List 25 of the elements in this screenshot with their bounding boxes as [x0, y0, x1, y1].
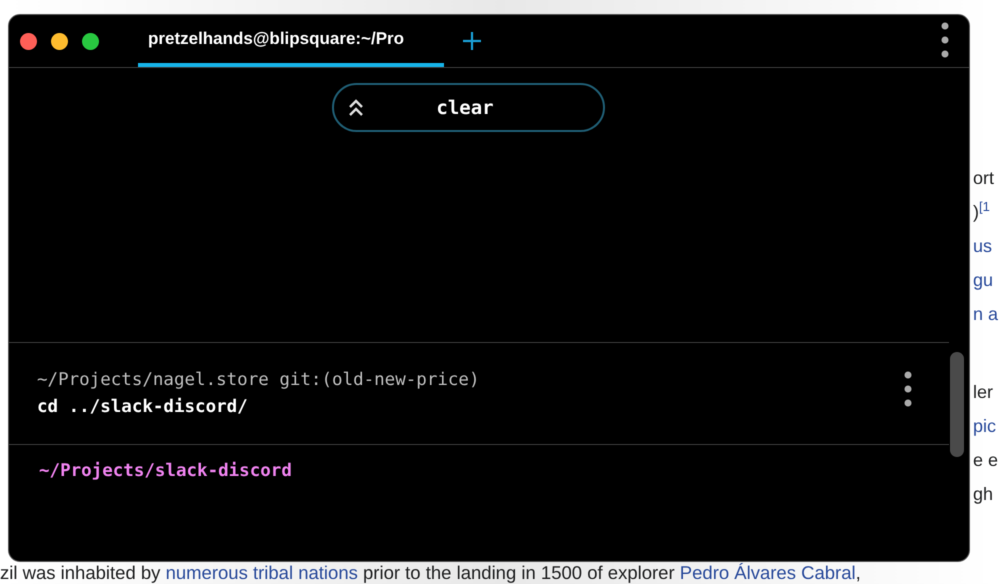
maximize-icon[interactable]	[82, 32, 99, 50]
page-text: )$^{[1}$	[973, 198, 990, 224]
close-icon[interactable]	[20, 32, 37, 50]
more-icon[interactable]	[904, 371, 912, 407]
chevrons-up-icon	[348, 98, 364, 118]
link-text[interactable]: us	[973, 229, 992, 263]
page-text: gh	[973, 483, 994, 506]
clear-button[interactable]: clear	[332, 83, 604, 132]
scrollbar[interactable]	[950, 352, 964, 457]
link-text[interactable]: pic	[973, 409, 996, 443]
page-text: e e	[973, 449, 998, 472]
page-text: ort	[973, 167, 994, 190]
minimize-icon[interactable]	[51, 32, 68, 50]
link-text[interactable]: numerous tribal nations	[166, 562, 358, 583]
page-text: ler	[973, 381, 994, 404]
command-text: cd ../slack-discord/	[37, 396, 248, 419]
link-text[interactable]: Pedro Álvares Cabral	[680, 562, 856, 583]
link-text[interactable]: gu	[973, 263, 994, 297]
plus-icon[interactable]	[462, 31, 482, 51]
link-text[interactable]: n a	[973, 297, 998, 331]
prompt-path: ~/Projects/nagel.store git:(old-new-price)	[37, 369, 480, 392]
prompt-path: ~/Projects/slack-discord	[39, 461, 292, 481]
terminal-tab[interactable]: pretzelhands@blipsquare:~/Pro	[138, 15, 444, 67]
page-sentence: zil was inhabited by numerous tribal nations prior to the landing in 1500 of explorer Pedro Álvares Cabral,	[0, 563, 861, 583]
more-icon[interactable]	[941, 22, 949, 58]
